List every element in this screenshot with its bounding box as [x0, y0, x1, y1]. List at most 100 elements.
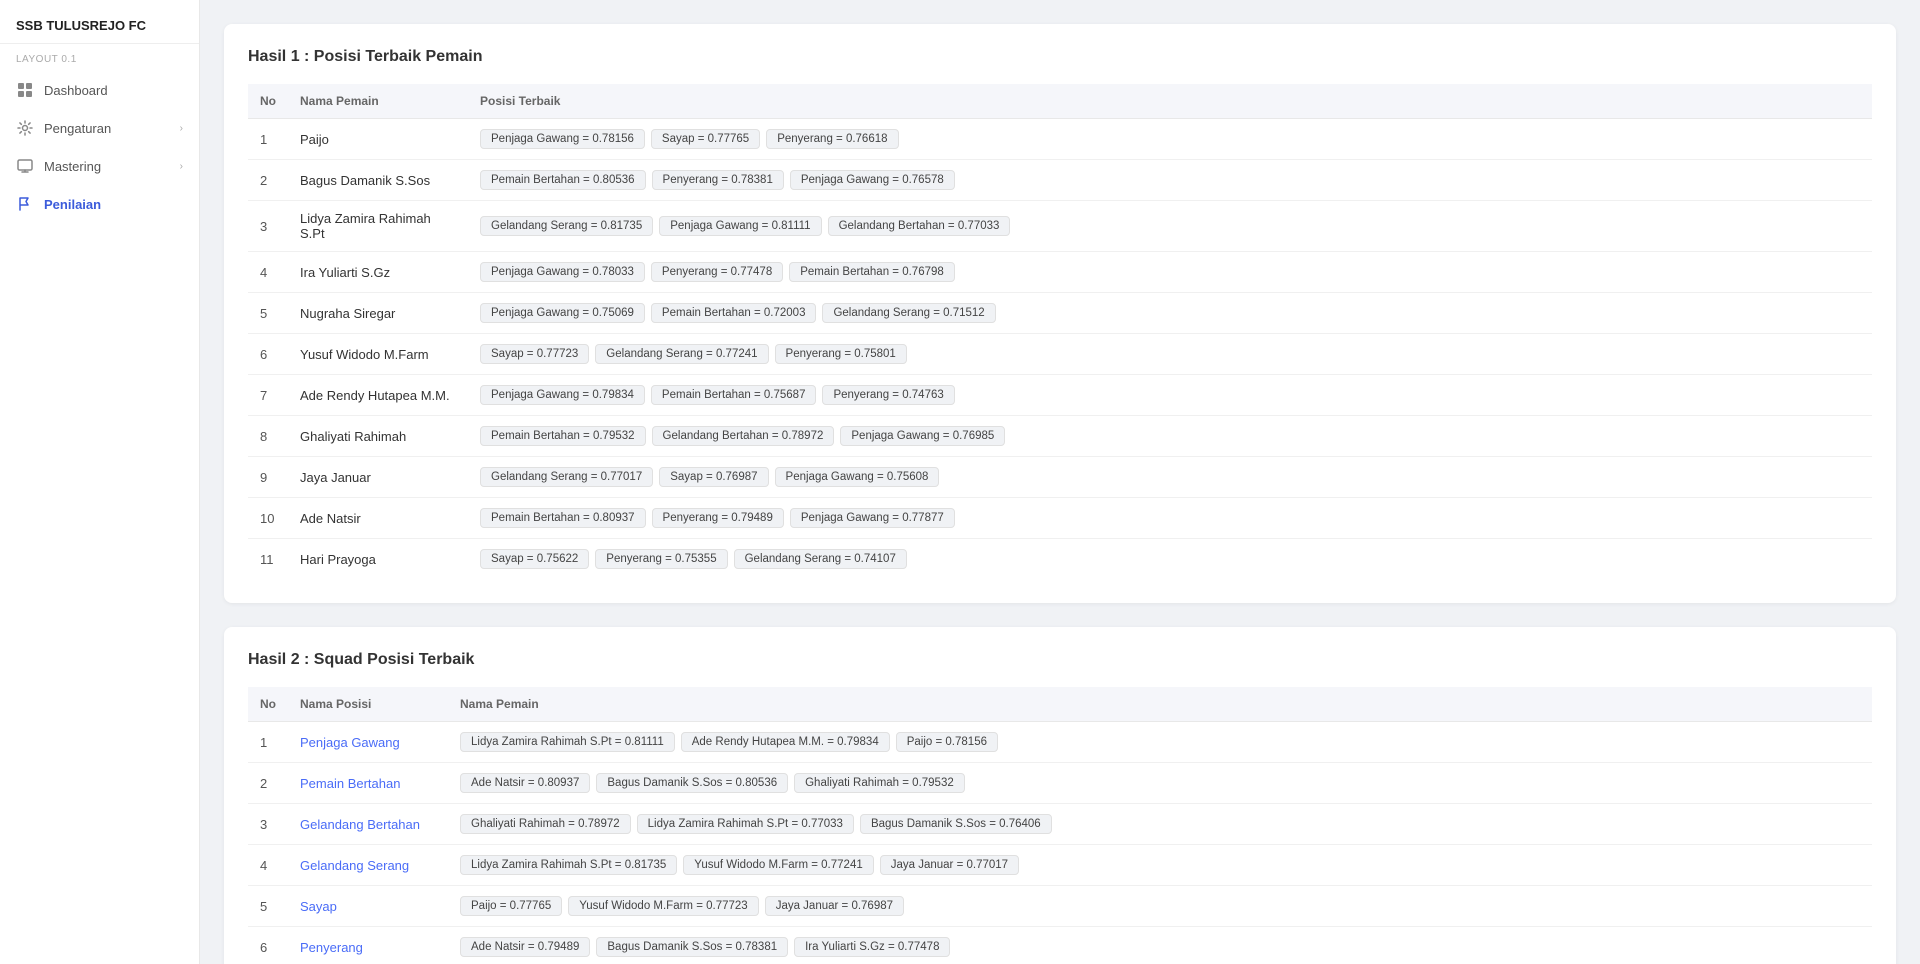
position-tag: Penjaga Gawang = 0.78033 — [480, 262, 645, 282]
table-row: 3Gelandang BertahanGhaliyati Rahimah = 0… — [248, 804, 1872, 845]
position-tag: Gelandang Serang = 0.71512 — [822, 303, 995, 323]
table-row: 2Pemain BertahanAde Natsir = 0.80937Bagu… — [248, 763, 1872, 804]
position-tags: Penjaga Gawang = 0.78033Penyerang = 0.77… — [468, 252, 1872, 293]
table-row: 5Nugraha SiregarPenjaga Gawang = 0.75069… — [248, 293, 1872, 334]
position-tag: Gelandang Serang = 0.74107 — [734, 549, 907, 569]
position-tag: Penyerang = 0.74763 — [822, 385, 954, 405]
sidebar-item-pengaturan[interactable]: Pengaturan › — [0, 109, 199, 147]
position-tag: Gelandang Serang = 0.77241 — [595, 344, 768, 364]
position-name: Pemain Bertahan — [288, 763, 448, 804]
position-tag: Pemain Bertahan = 0.79532 — [480, 426, 646, 446]
row-no: 6 — [248, 927, 288, 964]
position-tag: Sayap = 0.76987 — [659, 467, 768, 487]
position-tags: Pemain Bertahan = 0.80937 Penyerang = 0.7… — [468, 498, 1872, 539]
sidebar-item-label-penilaian: Penilaian — [44, 197, 101, 212]
player-name: Hari Prayoga — [288, 539, 468, 580]
position-tags: Pemain Bertahan = 0.79532Gelandang Berta… — [468, 416, 1872, 457]
position-tag: Pemain Bertahan = 0.80536 — [480, 170, 646, 190]
section2-card: Hasil 2 : Squad Posisi Terbaik No Nama P… — [224, 627, 1896, 964]
row-no: 8 — [248, 416, 288, 457]
grid-icon — [16, 81, 34, 99]
table-row: 5SayapPaijo = 0.77765Yusuf Widodo M.Farm… — [248, 886, 1872, 927]
position-tags: Penjaga Gawang = 0.75069Pemain Bertahan … — [468, 293, 1872, 334]
sidebar-item-dashboard[interactable]: Dashboard — [0, 71, 199, 109]
sidebar-item-label-dashboard: Dashboard — [44, 83, 108, 98]
position-name: Penyerang — [288, 927, 448, 964]
position-tag: Gelandang Serang = 0.77017 — [480, 467, 653, 487]
position-name: Gelandang Bertahan — [288, 804, 448, 845]
player-name: Ade Natsir — [288, 498, 468, 539]
monitor-icon — [16, 157, 34, 175]
sidebar-layout-label: LAYOUT 0.1 — [0, 44, 199, 71]
position-tags: Gelandang Serang = 0.77017 Sayap = 0.7698… — [468, 457, 1872, 498]
row-no: 4 — [248, 845, 288, 886]
position-tag: Penjaga Gawang = 0.78156 — [480, 129, 645, 149]
player-tag: Paijo = 0.77765 — [460, 896, 562, 916]
player-tags: Ghaliyati Rahimah = 0.78972Lidya Zamira … — [448, 804, 1872, 845]
player-tag: Lidya Zamira Rahimah S.Pt = 0.81111 — [460, 732, 675, 752]
table-row: 11Hari PrayogaSayap = 0.75622Penyerang =… — [248, 539, 1872, 580]
position-name: Gelandang Serang — [288, 845, 448, 886]
section1-header-posisi: Posisi Terbaik — [468, 84, 1872, 119]
player-tag: Ade Natsir = 0.80937 — [460, 773, 590, 793]
section1-card: Hasil 1 : Posisi Terbaik Pemain No Nama … — [224, 24, 1896, 603]
position-tags: Penjaga Gawang = 0.78156 Sayap = 0.77765 P… — [468, 119, 1872, 160]
player-tag: Yusuf Widodo M.Farm = 0.77723 — [568, 896, 758, 916]
row-no: 1 — [248, 722, 288, 763]
section2-table: No Nama Posisi Nama Pemain 1Penjaga Gawa… — [248, 687, 1872, 964]
row-no: 11 — [248, 539, 288, 580]
table-row: 4Ira Yuliarti S.GzPenjaga Gawang = 0.780… — [248, 252, 1872, 293]
position-tags: Pemain Bertahan = 0.80536 Penyerang = 0.7… — [468, 160, 1872, 201]
player-name: Ghaliyati Rahimah — [288, 416, 468, 457]
position-tag: Penjaga Gawang = 0.81111 — [659, 216, 821, 236]
section2-title: Hasil 2 : Squad Posisi Terbaik — [248, 651, 1872, 669]
player-name: Bagus Damanik S.Sos — [288, 160, 468, 201]
player-tag: Bagus Damanik S.Sos = 0.76406 — [860, 814, 1052, 834]
player-name: Lidya Zamira Rahimah S.Pt — [288, 201, 468, 252]
section1-header-nama: Nama Pemain — [288, 84, 468, 119]
player-name: Ade Rendy Hutapea M.M. — [288, 375, 468, 416]
position-tags: Sayap = 0.77723 Gelandang Serang = 0.7724… — [468, 334, 1872, 375]
position-tag: Penyerang = 0.76618 — [766, 129, 898, 149]
position-tag: Pemain Bertahan = 0.72003 — [651, 303, 817, 323]
position-tag: Pemain Bertahan = 0.80937 — [480, 508, 646, 528]
sidebar-item-mastering[interactable]: Mastering › — [0, 147, 199, 185]
position-tag: Penyerang = 0.75355 — [595, 549, 727, 569]
position-tag: Penjaga Gawang = 0.76578 — [790, 170, 955, 190]
row-no: 6 — [248, 334, 288, 375]
table-row: 7Ade Rendy Hutapea M.M.Penjaga Gawang = … — [248, 375, 1872, 416]
gear-icon — [16, 119, 34, 137]
row-no: 4 — [248, 252, 288, 293]
row-no: 5 — [248, 293, 288, 334]
player-tag: Yusuf Widodo M.Farm = 0.77241 — [683, 855, 873, 875]
player-tag: Ghaliyati Rahimah = 0.78972 — [460, 814, 631, 834]
row-no: 10 — [248, 498, 288, 539]
position-tag: Pemain Bertahan = 0.75687 — [651, 385, 817, 405]
table-row: 6Yusuf Widodo M.Farm Sayap = 0.77723 Gelan… — [248, 334, 1872, 375]
flag-icon — [16, 195, 34, 213]
position-tag: Penjaga Gawang = 0.76985 — [840, 426, 1005, 446]
player-name: Paijo — [288, 119, 468, 160]
position-tag: Penyerang = 0.79489 — [652, 508, 784, 528]
table-row: 9Jaya JanuarGelandang Serang = 0.77017Sa… — [248, 457, 1872, 498]
position-tag: Penjaga Gawang = 0.75608 — [775, 467, 940, 487]
table-row: 2Bagus Damanik S.SosPemain Bertahan = 0.… — [248, 160, 1872, 201]
player-name: Ira Yuliarti S.Gz — [288, 252, 468, 293]
sidebar-item-label-mastering: Mastering — [44, 159, 101, 174]
sidebar-item-penilaian[interactable]: Penilaian — [0, 185, 199, 223]
row-no: 3 — [248, 804, 288, 845]
row-no: 7 — [248, 375, 288, 416]
position-tags: Sayap = 0.75622Penyerang = 0.75355Geland… — [468, 539, 1872, 580]
section1-title: Hasil 1 : Posisi Terbaik Pemain — [248, 48, 1872, 66]
table-row: 3Lidya Zamira Rahimah S.PtGelandang Sera… — [248, 201, 1872, 252]
section1-header-no: No — [248, 84, 288, 119]
position-tag: Sayap = 0.77723 — [480, 344, 589, 364]
sidebar-logo: SSB TULUSREJO FC — [0, 0, 199, 44]
player-name: Yusuf Widodo M.Farm — [288, 334, 468, 375]
position-tag: Sayap = 0.77765 — [651, 129, 760, 149]
table-row: 8Ghaliyati RahimahPemain Bertahan = 0.79… — [248, 416, 1872, 457]
position-tag: Penyerang = 0.78381 — [652, 170, 784, 190]
table-row: 4Gelandang SerangLidya Zamira Rahimah S.… — [248, 845, 1872, 886]
position-tag: Pemain Bertahan = 0.76798 — [789, 262, 955, 282]
player-tags: Lidya Zamira Rahimah S.Pt = 0.81735Yusuf… — [448, 845, 1872, 886]
